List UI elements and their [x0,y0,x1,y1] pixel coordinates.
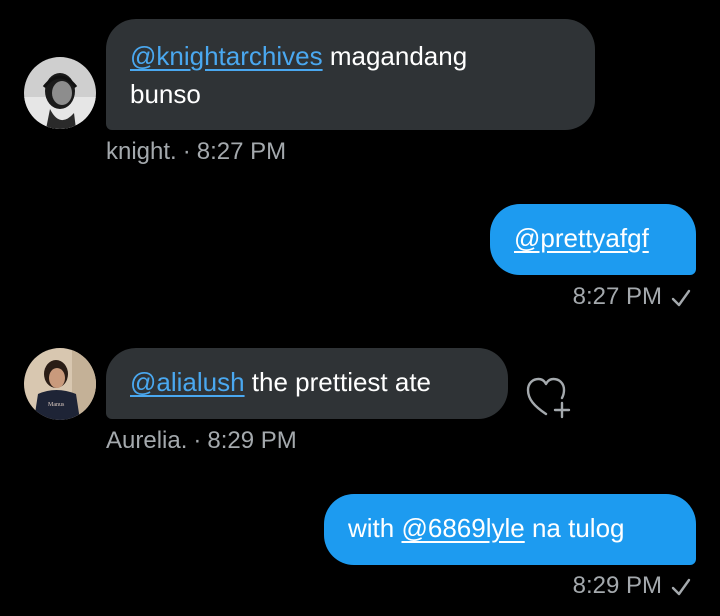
heart-plus-icon[interactable] [526,376,574,420]
message-text: with [348,513,395,543]
message-meta: 8:27 PM [573,283,692,311]
message-text: na tulog [531,513,625,543]
check-icon [671,289,691,306]
sender-name[interactable]: Aurelia. [106,427,187,454]
timestamp: 8:29 PM [207,427,297,454]
timestamp: 8:29 PM [572,572,662,599]
mention-link[interactable]: @alialush [130,367,245,397]
message-bubble-incoming[interactable]: @knightarchives magandang bunso [106,19,595,130]
timestamp: 8:27 PM [196,138,287,165]
check-icon [671,578,691,595]
message-text: bunso [130,79,201,109]
message-meta: knight. · 8:27 PM [106,138,286,166]
message-meta: 8:29 PM [573,572,692,600]
message-bubble-outgoing[interactable]: with @6869lyle na tulog [324,494,696,565]
message-text: the prettiest ate [251,367,432,397]
message-bubble-incoming[interactable]: @alialush the prettiest ate [106,348,508,419]
avatar-aurelia[interactable]: Manus [24,348,96,420]
message-text: magandang [329,41,468,71]
avatar-knight[interactable] [24,57,96,129]
mention-link[interactable]: @prettyafgf [514,223,649,253]
separator: · [193,427,202,454]
sender-name[interactable]: knight. [106,138,177,165]
mention-link[interactable]: @6869lyle [401,513,524,543]
timestamp: 8:27 PM [572,283,662,310]
separator: · [182,138,191,165]
svg-text:Manus: Manus [48,402,65,408]
message-meta: Aurelia. · 8:29 PM [106,427,297,455]
message-bubble-outgoing[interactable]: @prettyafgf [490,204,696,275]
mention-link[interactable]: @knightarchives [130,41,323,71]
